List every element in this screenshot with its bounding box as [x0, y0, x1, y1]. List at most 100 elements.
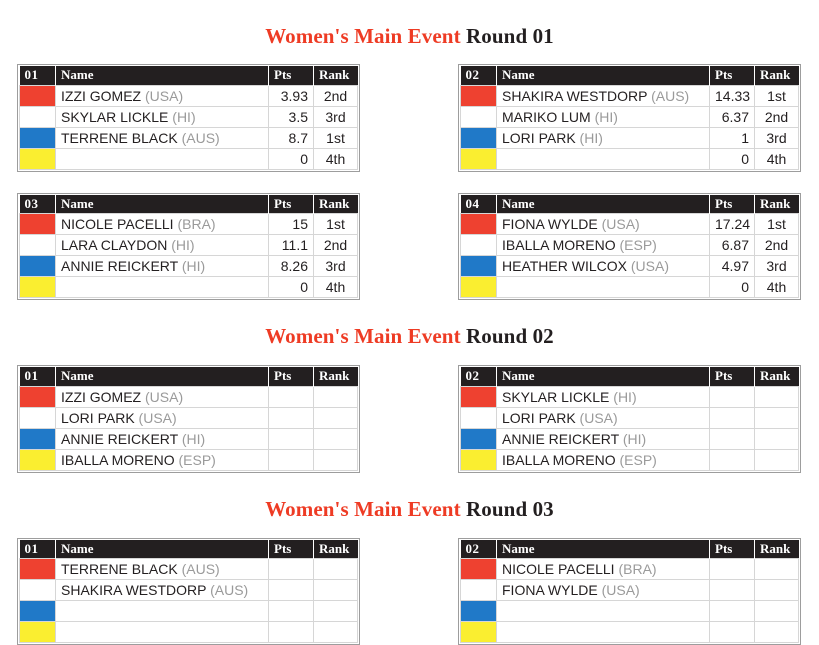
pts-column-header: Pts [710, 195, 755, 214]
athlete-country: (HI) [613, 389, 636, 405]
table-row[interactable]: ANNIE REICKERT (HI)8.263rd [20, 256, 358, 277]
rank-cell [314, 601, 358, 622]
table-row[interactable]: IZZI GOMEZ (USA)3.932nd [20, 85, 358, 106]
athlete-name-cell: MARIKO LUM (HI) [497, 106, 710, 127]
points-cell [710, 386, 755, 407]
rank-cell [314, 407, 358, 428]
rank-cell [314, 386, 358, 407]
athlete-name: FIONA WYLDE [502, 582, 598, 598]
heat-grid-round-01: 01NamePtsRankIZZI GOMEZ (USA)3.932ndSKYL… [0, 64, 819, 300]
lane-color-swatch-red [461, 386, 497, 407]
rank-cell [314, 580, 358, 601]
points-cell [269, 580, 314, 601]
heat-table-04: 04NamePtsRankFIONA WYLDE (USA)17.241stIB… [458, 193, 801, 301]
table-row[interactable]: ANNIE REICKERT (HI) [20, 428, 358, 449]
table-row[interactable]: SHAKIRA WESTDORP (AUS) [20, 580, 358, 601]
table-row[interactable]: IZZI GOMEZ (USA) [20, 386, 358, 407]
rank-cell: 2nd [314, 85, 358, 106]
heat-results-table: 02NamePtsRankSHAKIRA WESTDORP (AUS)14.33… [460, 66, 799, 170]
athlete-name-cell [497, 622, 710, 643]
table-row[interactable]: HEATHER WILCOX (USA)4.973rd [461, 256, 799, 277]
athlete-name-cell [56, 148, 269, 169]
table-header-row: 02NamePtsRank [461, 66, 799, 85]
heat-number-header: 01 [20, 540, 56, 559]
athlete-country: (HI) [182, 258, 205, 274]
points-cell: 14.33 [710, 85, 755, 106]
athlete-name: IBALLA MORENO [61, 452, 175, 468]
lane-color-swatch-blue [20, 127, 56, 148]
points-cell: 0 [710, 148, 755, 169]
athlete-name-cell: LORI PARK (HI) [497, 127, 710, 148]
rank-column-header: Rank [755, 367, 799, 386]
table-row[interactable]: TERRENE BLACK (AUS)8.71st [20, 127, 358, 148]
athlete-country: (USA) [631, 258, 669, 274]
table-row[interactable]: LORI PARK (USA) [20, 407, 358, 428]
heat-table-02: 02NamePtsRankSHAKIRA WESTDORP (AUS)14.33… [458, 64, 801, 172]
rank-column-header: Rank [755, 195, 799, 214]
rank-cell: 4th [314, 277, 358, 298]
athlete-name: NICOLE PACELLI [61, 216, 174, 232]
table-row[interactable]: LORI PARK (HI)13rd [461, 127, 799, 148]
table-row[interactable]: 04th [20, 148, 358, 169]
heat-table-02: 02NamePtsRankNICOLE PACELLI (BRA)FIONA W… [458, 538, 801, 645]
table-row[interactable]: IBALLA MORENO (ESP) [461, 449, 799, 470]
table-row[interactable] [461, 601, 799, 622]
points-cell [710, 622, 755, 643]
lane-color-swatch-yellow [20, 277, 56, 298]
table-row[interactable]: IBALLA MORENO (ESP) [20, 449, 358, 470]
table-row[interactable]: MARIKO LUM (HI)6.372nd [461, 106, 799, 127]
lane-color-swatch-yellow [461, 277, 497, 298]
athlete-name-cell: HEATHER WILCOX (USA) [497, 256, 710, 277]
round-number-label: Round 02 [466, 324, 554, 348]
table-row[interactable]: 04th [20, 277, 358, 298]
heat-sheet-page: Women's Main Event Round 01 01NamePtsRan… [0, 0, 819, 624]
lane-color-swatch-yellow [20, 622, 56, 643]
heat-table-03: 03NamePtsRankNICOLE PACELLI (BRA)151stLA… [17, 193, 360, 301]
points-cell: 0 [269, 277, 314, 298]
rank-cell [314, 622, 358, 643]
pts-column-header: Pts [269, 540, 314, 559]
table-row[interactable]: 04th [461, 148, 799, 169]
table-row[interactable]: ANNIE REICKERT (HI) [461, 428, 799, 449]
athlete-country: (AUS) [651, 88, 689, 104]
table-row[interactable]: FIONA WYLDE (USA) [461, 580, 799, 601]
table-header-row: 03NamePtsRank [20, 195, 358, 214]
table-row[interactable]: LORI PARK (USA) [461, 407, 799, 428]
table-row[interactable] [20, 601, 358, 622]
heat-results-table: 02NamePtsRankSKYLAR LICKLE (HI)LORI PARK… [460, 367, 799, 471]
athlete-country: (HI) [623, 431, 646, 447]
lane-color-swatch-red [461, 559, 497, 580]
heat-number-header: 03 [20, 195, 56, 214]
table-row[interactable]: TERRENE BLACK (AUS) [20, 559, 358, 580]
table-header-row: 01NamePtsRank [20, 540, 358, 559]
athlete-name: SKYLAR LICKLE [502, 389, 609, 405]
pts-column-header: Pts [269, 367, 314, 386]
athlete-name-cell: SKYLAR LICKLE (HI) [497, 386, 710, 407]
athlete-name: LARA CLAYDON [61, 237, 167, 253]
table-row[interactable]: 04th [461, 277, 799, 298]
table-row[interactable]: LARA CLAYDON (HI)11.12nd [20, 235, 358, 256]
athlete-name: ANNIE REICKERT [502, 431, 619, 447]
lane-color-swatch-white [461, 407, 497, 428]
table-header-row: 04NamePtsRank [461, 195, 799, 214]
table-row[interactable] [20, 622, 358, 643]
table-row[interactable]: FIONA WYLDE (USA)17.241st [461, 214, 799, 235]
table-row[interactable]: SKYLAR LICKLE (HI)3.53rd [20, 106, 358, 127]
athlete-name-cell [56, 601, 269, 622]
table-row[interactable]: IBALLA MORENO (ESP)6.872nd [461, 235, 799, 256]
table-row[interactable] [461, 622, 799, 643]
table-row[interactable]: SKYLAR LICKLE (HI) [461, 386, 799, 407]
points-cell: 15 [269, 214, 314, 235]
heat-number-header: 02 [461, 66, 497, 85]
lane-color-swatch-red [20, 214, 56, 235]
table-row[interactable]: SHAKIRA WESTDORP (AUS)14.331st [461, 85, 799, 106]
rank-cell [755, 559, 799, 580]
lane-color-swatch-red [20, 559, 56, 580]
lane-color-swatch-yellow [461, 449, 497, 470]
table-row[interactable]: NICOLE PACELLI (BRA) [461, 559, 799, 580]
rank-cell: 2nd [314, 235, 358, 256]
table-header-row: 01NamePtsRank [20, 66, 358, 85]
table-row[interactable]: NICOLE PACELLI (BRA)151st [20, 214, 358, 235]
lane-color-swatch-yellow [461, 622, 497, 643]
athlete-country: (USA) [580, 410, 618, 426]
